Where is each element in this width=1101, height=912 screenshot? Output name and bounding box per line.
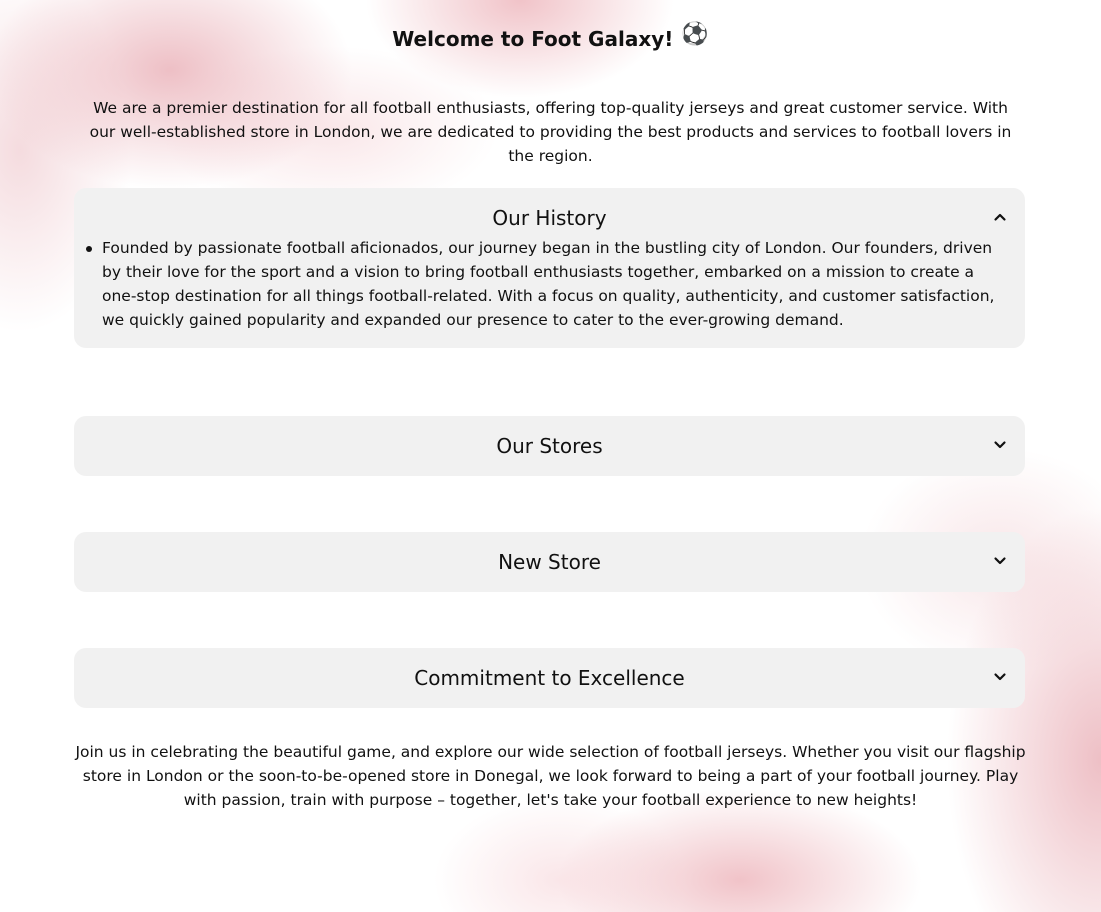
- accordion-header-commitment-to-excellence[interactable]: Commitment to Excellence: [74, 648, 1025, 708]
- intro-paragraph: We are a premier destination for all foo…: [89, 99, 1012, 165]
- accordion-header-new-store[interactable]: New Store: [74, 532, 1025, 592]
- accordion-title: Commitment to Excellence: [414, 666, 685, 690]
- chevron-down-icon: [994, 557, 1006, 565]
- accordion-our-stores: Our Stores: [74, 416, 1025, 476]
- accordion-commitment-to-excellence: Commitment to Excellence: [74, 648, 1025, 708]
- chevron-down-icon: [994, 441, 1006, 449]
- chevron-down-icon: [994, 673, 1006, 681]
- accordion-title: New Store: [498, 550, 601, 574]
- outro-paragraph: Join us in celebrating the beautiful gam…: [75, 743, 1026, 809]
- football-icon: ⚽: [681, 22, 709, 47]
- accordion-new-store: New Store: [74, 532, 1025, 592]
- accordion-header-our-stores[interactable]: Our Stores: [74, 416, 1025, 476]
- page: Welcome to Foot Galaxy! ⚽ We are a premie…: [0, 0, 1101, 912]
- page-title-text: Welcome to Foot Galaxy!: [392, 27, 674, 51]
- chevron-up-icon: [994, 213, 1006, 221]
- accordion-our-history: Our History Founded by passionate footba…: [74, 188, 1025, 348]
- accordion-title: Our Stores: [496, 434, 603, 458]
- page-title: Welcome to Foot Galaxy! ⚽: [0, 22, 1101, 56]
- history-list: Founded by passionate football aficionad…: [86, 236, 1009, 332]
- accordion-body-our-history: Founded by passionate football aficionad…: [74, 236, 1025, 348]
- list-item: Founded by passionate football aficionad…: [86, 236, 1009, 332]
